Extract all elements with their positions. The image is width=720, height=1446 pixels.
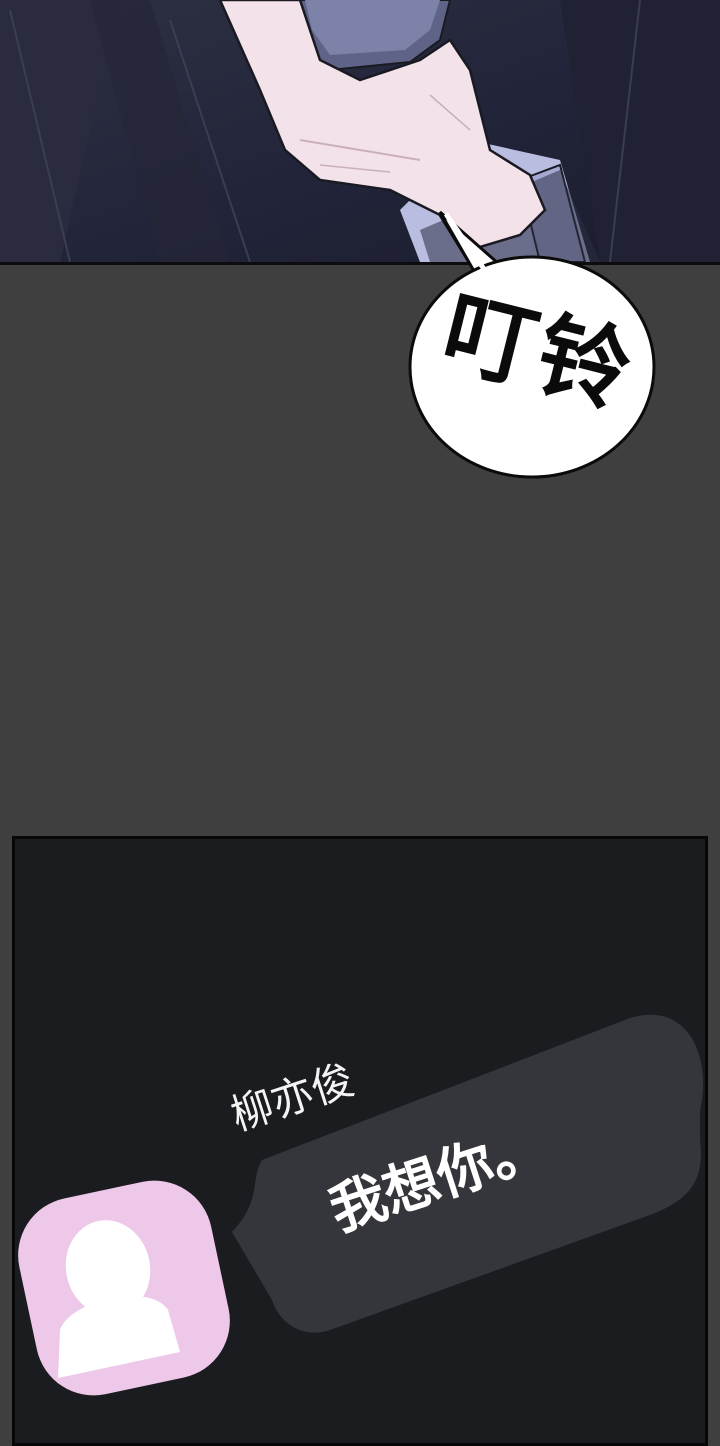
avatar	[18, 1180, 230, 1396]
